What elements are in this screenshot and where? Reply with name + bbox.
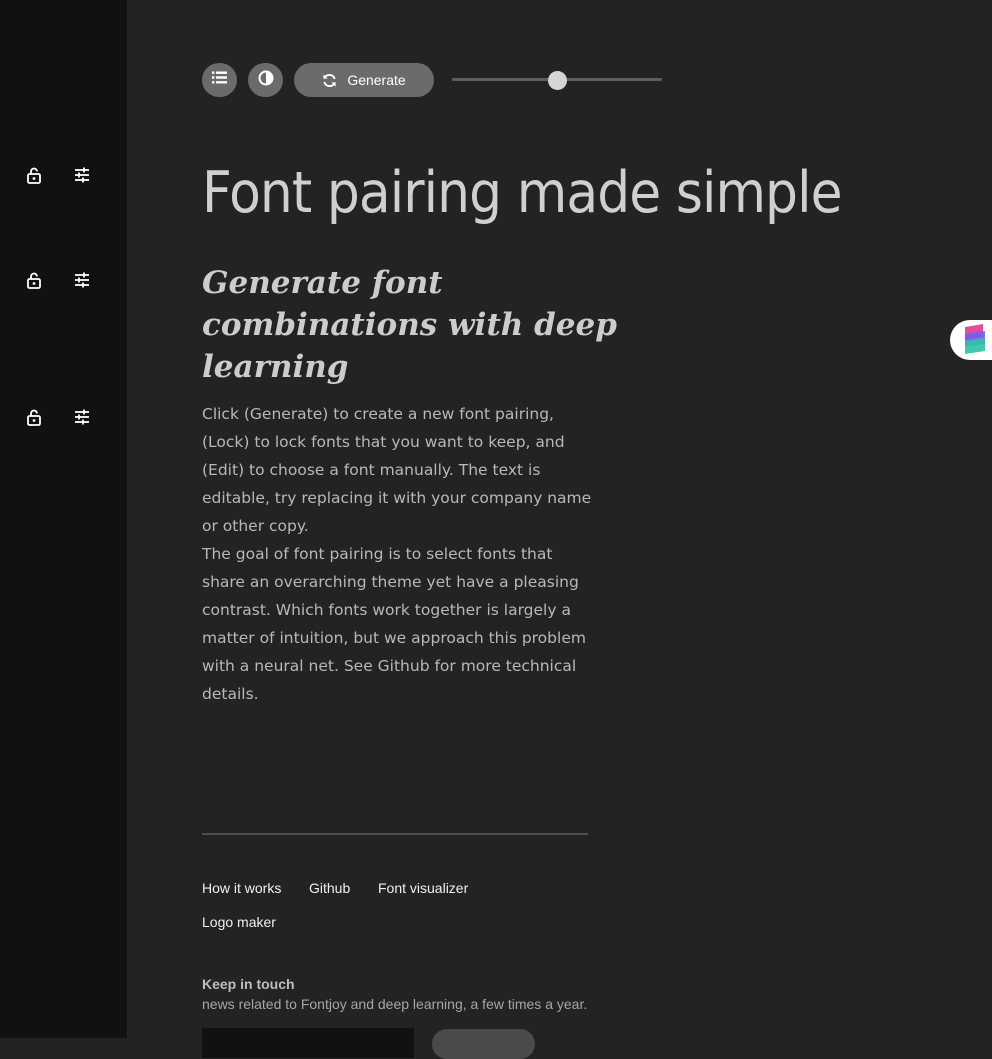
font-row-controls-2: [0, 270, 127, 294]
contrast-toggle-button[interactable]: [248, 63, 283, 97]
footer-divider: [202, 833, 588, 835]
generate-label: Generate: [347, 72, 406, 88]
sidebar: [0, 0, 127, 1038]
tune-icon[interactable]: [72, 270, 92, 290]
footer-link-how-it-works[interactable]: How it works: [202, 880, 281, 896]
subscribe-button[interactable]: [432, 1029, 535, 1059]
extension-tab[interactable]: [950, 320, 992, 360]
font-row-controls-1: [0, 165, 127, 189]
footer-link-logo-maker[interactable]: Logo maker: [202, 914, 276, 930]
page-heading[interactable]: Font pairing made simple: [202, 158, 842, 228]
tune-icon[interactable]: [72, 165, 92, 185]
contrast-icon: [258, 70, 274, 91]
page-subheading[interactable]: Generate font combinations with deep lea…: [202, 262, 672, 388]
footer-link-font-visualizer[interactable]: Font visualizer: [378, 880, 468, 896]
list-button[interactable]: [202, 63, 237, 97]
lock-icon[interactable]: [24, 407, 44, 427]
font-row-controls-3: [0, 407, 127, 431]
main-content: Generate Font pairing made simple Genera…: [202, 0, 962, 1059]
email-input[interactable]: [202, 1028, 414, 1058]
footer-link-github[interactable]: Github: [309, 880, 350, 896]
lock-icon[interactable]: [24, 165, 44, 185]
bookmark-logo-icon: [963, 324, 987, 360]
keep-in-touch-description: news related to Fontjoy and deep learnin…: [202, 996, 588, 1012]
list-icon: [212, 71, 227, 89]
lock-icon[interactable]: [24, 270, 44, 290]
toolbar: Generate: [202, 63, 672, 97]
generate-button[interactable]: Generate: [294, 63, 434, 97]
body-paragraph-2[interactable]: The goal of font pairing is to select fo…: [202, 540, 592, 708]
keep-in-touch-title: Keep in touch: [202, 976, 295, 992]
pairing-slider[interactable]: [452, 71, 662, 90]
slider-thumb[interactable]: [547, 71, 567, 90]
refresh-icon: [322, 73, 337, 88]
body-paragraph-1[interactable]: Click (Generate) to create a new font pa…: [202, 400, 592, 540]
tune-icon[interactable]: [72, 407, 92, 427]
